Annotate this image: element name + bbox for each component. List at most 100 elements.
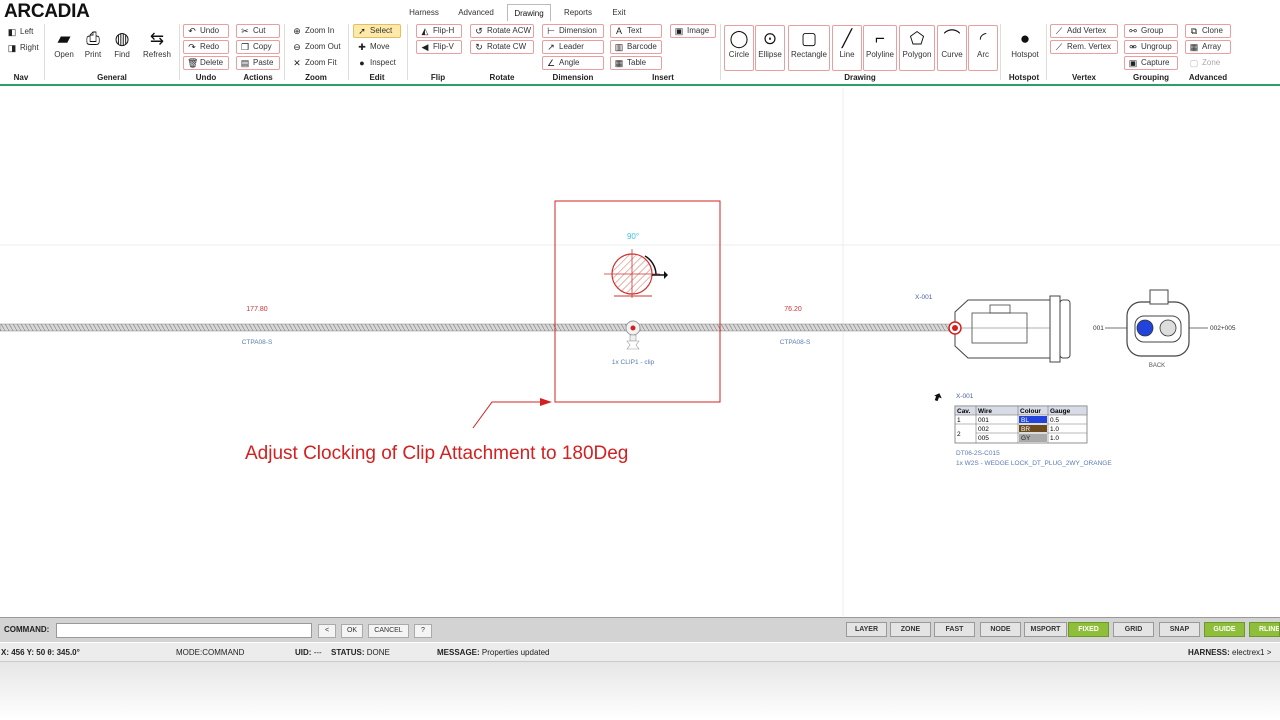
toggle-guide-button[interactable]: GUIDE — [1204, 622, 1245, 637]
circle-button[interactable]: ◯ Circle — [724, 25, 754, 71]
text-button[interactable]: A Text — [610, 24, 662, 38]
arc-button[interactable]: ◜ Arc — [968, 25, 998, 71]
drawing-canvas[interactable]: 177.80 76.20 CTPA08-S CTPA08-S 90° 1x CL… — [0, 88, 1280, 616]
table-cell-colour: BL — [1021, 417, 1029, 424]
clip-label[interactable]: 1x CLIP1 - clip — [612, 359, 655, 366]
image-button[interactable]: ▣ Image — [670, 24, 716, 38]
refresh-button[interactable]: ⇆ Refresh — [140, 25, 174, 71]
toggle-layer-button[interactable]: LAYER — [846, 622, 887, 637]
rectangle-button[interactable]: ▢ Rectangle — [788, 25, 830, 71]
dimension-left-text[interactable]: 177.80 — [246, 306, 268, 313]
clip-rotation-symbol[interactable] — [604, 249, 668, 298]
redo-icon: ↷ — [188, 42, 196, 52]
rotate-acw-icon: ↺ — [475, 26, 483, 36]
curve-button[interactable]: ⌒ Curve — [937, 25, 967, 71]
capture-button[interactable]: ▣ Capture — [1124, 56, 1178, 70]
print-button[interactable]: ⎙ Print — [78, 25, 108, 71]
copy-button[interactable]: ❐ Copy — [236, 40, 280, 54]
footer-shadow — [0, 662, 1280, 720]
zone-button[interactable]: ▢ Zone — [1185, 56, 1231, 70]
uid-key: UID: — [295, 648, 312, 657]
clip-component[interactable] — [625, 320, 641, 350]
dimension-right-text[interactable]: 76.20 — [784, 306, 802, 313]
mode-status: MODE:COMMAND — [176, 643, 244, 662]
connector-table[interactable]: Cav. Wire Colour Gauge 1 001 BL 0.5 2 00… — [954, 405, 1088, 444]
drawing-svg[interactable]: 177.80 76.20 CTPA08-S CTPA08-S 90° 1x CL… — [0, 88, 1280, 616]
zoom-out-button[interactable]: ⊖ Zoom Out — [288, 40, 342, 54]
ellipse-button[interactable]: ⊙ Ellipse — [755, 25, 785, 71]
zoom-fit-button[interactable]: ✕ Zoom Fit — [288, 56, 338, 70]
divider — [407, 24, 408, 80]
command-input[interactable] — [56, 623, 312, 638]
command-cancel-button[interactable]: CANCEL — [368, 624, 409, 638]
find-button[interactable]: ◍ Find — [107, 25, 137, 71]
command-ok-button[interactable]: OK — [341, 624, 363, 638]
group-button[interactable]: ⚯ Group — [1124, 24, 1178, 38]
harness-status[interactable]: HARNESS: electrex1 > — [1188, 643, 1271, 662]
nav-left-button[interactable]: ◧ Left — [3, 25, 35, 39]
cut-button[interactable]: ✂ Cut — [236, 24, 280, 38]
group-actions: ✂ Cut ❐ Copy ▤ Paste Actions — [233, 0, 283, 86]
info-icon: ● — [359, 58, 365, 68]
rotate-cw-button[interactable]: ↻ Rotate CW — [470, 40, 534, 54]
select-button[interactable]: ➚ Select — [353, 24, 401, 38]
toggle-snap-button[interactable]: SNAP — [1159, 622, 1200, 637]
open-button[interactable]: ▰ Open — [49, 25, 79, 71]
paste-button[interactable]: ▤ Paste — [236, 56, 280, 70]
toggle-zone-button[interactable]: ZONE — [890, 622, 931, 637]
clone-button[interactable]: ⧉ Clone — [1185, 24, 1231, 38]
part-description-label[interactable]: 1x W2S - WEDGE LOCK_DT_PLUG_2WY_ORANGE — [956, 460, 1112, 467]
curve-label: Curve — [941, 50, 963, 59]
cable-right-label[interactable]: CTPA08-S — [780, 339, 811, 346]
polyline-button[interactable]: ⌐ Polyline — [863, 25, 897, 71]
cable-end-dot — [952, 325, 958, 331]
nav-right-button[interactable]: ◨ Right — [3, 41, 40, 55]
ungroup-button[interactable]: ⚮ Ungroup — [1124, 40, 1178, 54]
zoom-in-icon: ⊕ — [293, 26, 301, 36]
message-status: MESSAGE: Properties updated — [437, 643, 550, 662]
dimension-button[interactable]: ⊢ Dimension — [542, 24, 604, 38]
toggle-node-button[interactable]: NODE — [980, 622, 1021, 637]
connector-back-view[interactable] — [1105, 289, 1208, 357]
group-drawing: ◯ Circle ⊙ Ellipse ▢ Rectangle ╱ Line ⌐ Polyl… — [722, 0, 998, 86]
line-button[interactable]: ╱ Line — [832, 25, 862, 71]
connector-id-label[interactable]: X-001 — [915, 294, 933, 301]
hotspot-button[interactable]: ● Hotspot — [1006, 25, 1044, 71]
inspect-button[interactable]: ● Inspect — [353, 56, 397, 70]
table-cell-gauge: 1.0 — [1050, 435, 1059, 442]
table-header-colour: Colour — [1020, 408, 1041, 415]
command-help-button[interactable]: ? — [414, 624, 432, 638]
move-button[interactable]: ✚ Move — [353, 40, 391, 54]
toggle-rline-button[interactable]: RLINE — [1249, 622, 1280, 637]
cable-braid[interactable] — [0, 323, 956, 332]
remove-vertex-button[interactable]: ⟋ Rem. Vertex — [1050, 40, 1118, 54]
zoom-in-button[interactable]: ⊕ Zoom In — [288, 24, 336, 38]
part-number-label[interactable]: DT06-2S-C015 — [956, 450, 1000, 457]
toggle-msport-button[interactable]: MSPORT — [1024, 622, 1067, 637]
flip-v-button[interactable]: ◀ Flip-V — [416, 40, 462, 54]
angle-button[interactable]: ∠ Angle — [542, 56, 604, 70]
zone-icon: ▢ — [1189, 58, 1199, 68]
group-edit: ➚ Select ✚ Move ● Inspect Edit — [349, 0, 405, 86]
add-vertex-button[interactable]: ⟋ Add Vertex — [1050, 24, 1118, 38]
leader-button[interactable]: ↗ Leader — [542, 40, 604, 54]
trash-icon: 🗑 — [187, 58, 199, 68]
delete-button[interactable]: 🗑 Delete — [183, 56, 229, 70]
table-button[interactable]: ▦ Table — [610, 56, 662, 70]
flip-h-button[interactable]: ◭ Flip-H — [416, 24, 462, 38]
redo-button[interactable]: ↷ Redo — [183, 40, 229, 54]
toggle-fast-button[interactable]: FAST — [934, 622, 975, 637]
flip-v-label: Flip-V — [433, 42, 454, 51]
connector-side-view[interactable] — [954, 295, 1071, 363]
polygon-button[interactable]: ⬠ Polygon — [899, 25, 935, 71]
cable-left-label[interactable]: CTPA08-S — [242, 339, 273, 346]
array-button[interactable]: ▦ Array — [1185, 40, 1231, 54]
toggle-grid-button[interactable]: GRID — [1113, 622, 1154, 637]
undo-button[interactable]: ↶ Undo — [183, 24, 229, 38]
leader-label: Leader — [559, 42, 584, 51]
barcode-button[interactable]: ▥ Barcode — [610, 40, 662, 54]
command-back-button[interactable]: < — [318, 624, 336, 638]
toggle-fixed-button[interactable]: FIXED — [1068, 622, 1109, 637]
rotate-acw-button[interactable]: ↺ Rotate ACW — [470, 24, 534, 38]
table-title[interactable]: X-001 — [956, 393, 974, 400]
